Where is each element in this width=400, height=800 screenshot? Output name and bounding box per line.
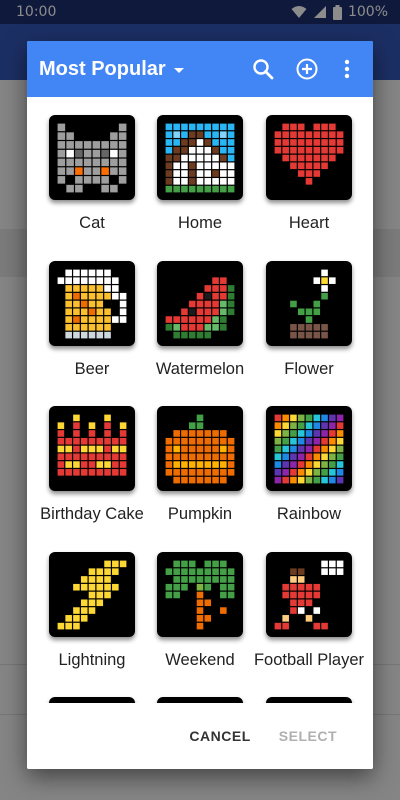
rainbow-icon [266,406,352,491]
tile-label: Birthday Cake [40,505,144,523]
dialog-header: Most Popular [27,41,373,97]
template-tile-rainbow[interactable]: Rainbow [254,388,364,524]
pumpkin-icon [157,406,243,491]
tile-label: Weekend [165,651,235,669]
tile-label: Football Player [253,651,365,669]
template-tile-cat[interactable]: Cat [37,97,147,233]
more-vert-icon [344,59,350,79]
tile-label: Watermelon [155,360,245,378]
tile-label: Rainbow [276,505,342,523]
tile-label: Beer [74,360,110,378]
tile-label: Pumpkin [167,505,233,523]
search-button[interactable] [241,47,285,91]
template-tile-partial-14[interactable] [254,679,364,703]
template-tile-heart[interactable]: Heart [254,97,364,233]
tile-label: Cat [79,214,105,232]
template-tile-partial-12[interactable] [37,679,147,703]
template-tile-pumpkin[interactable]: Pumpkin [145,388,255,524]
category-dropdown[interactable]: Most Popular [39,58,241,81]
beer-icon [49,261,135,346]
add-button[interactable] [285,47,329,91]
template-tile-flower[interactable]: Flower [254,243,364,379]
dropdown-arrow-icon [173,67,184,73]
template-tile-birthday-cake[interactable]: Birthday Cake [37,388,147,524]
template-tile-football-player[interactable]: Football Player [254,534,364,670]
tile-label: Flower [284,360,334,378]
template-tile-partial-13[interactable] [145,679,255,703]
weekend-icon [157,552,243,637]
tile-label: Home [177,214,222,232]
dialog-title: Most Popular [39,57,166,80]
flower-icon [266,261,352,346]
search-icon [253,59,274,80]
home-icon [157,115,243,200]
birthday-cake-icon [49,406,135,491]
template-tile-weekend[interactable]: Weekend [145,534,255,670]
tile-label: Lightning [58,651,126,669]
dialog-footer: CANCEL SELECT [27,703,373,769]
template-tile-lightning[interactable]: Lightning [37,534,147,670]
template-picker-dialog: Most Popular Cat Home Heart Beer Watermelon F… [27,41,373,769]
add-circle-icon [296,58,318,80]
select-button[interactable]: SELECT [267,718,349,754]
template-tile-beer[interactable]: Beer [37,243,147,379]
tile-label: Heart [288,214,330,232]
template-grid[interactable]: Cat Home Heart Beer Watermelon Flower Birthday… [27,97,373,703]
template-tile-watermelon[interactable]: Watermelon [145,243,255,379]
cancel-button[interactable]: CANCEL [177,718,262,754]
overflow-menu-button[interactable] [329,47,365,91]
watermelon-icon [157,261,243,346]
lightning-icon [49,552,135,637]
football-player-icon [266,552,352,637]
cat-icon [49,115,135,200]
template-tile-home[interactable]: Home [145,97,255,233]
heart-icon [266,115,352,200]
